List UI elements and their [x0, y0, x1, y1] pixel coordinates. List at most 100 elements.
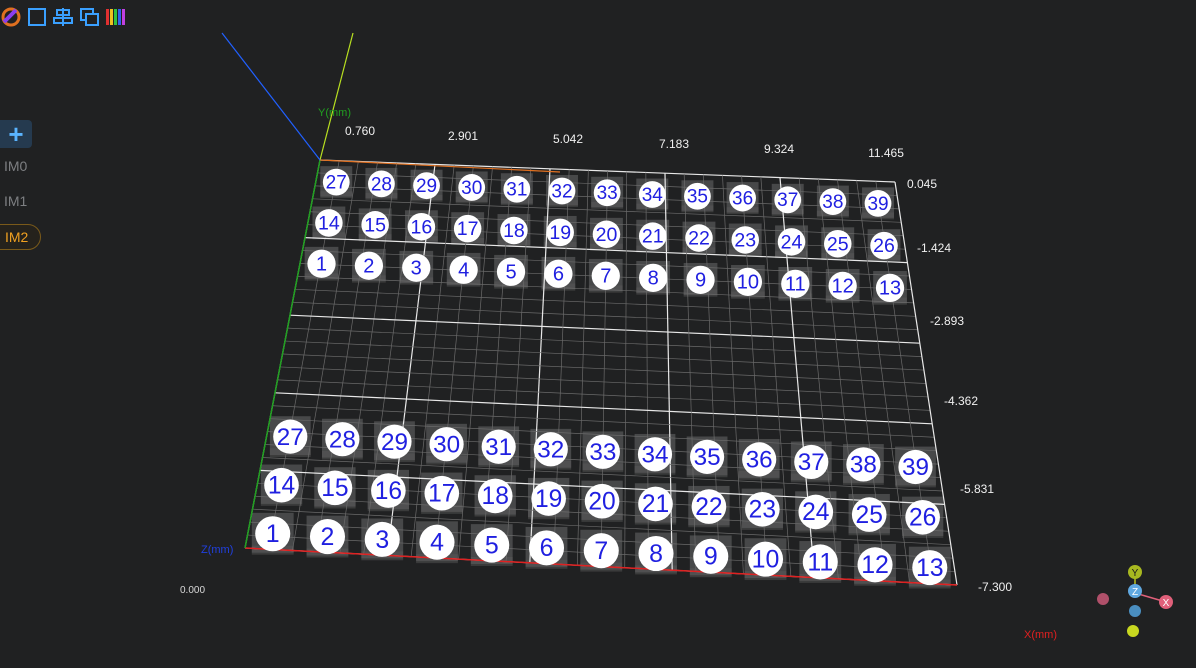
- y-tick-label: -1.424: [917, 241, 951, 255]
- marker-label: 29: [381, 429, 408, 456]
- marker-label: 32: [551, 181, 572, 202]
- gizmo-neg-x-handle: [1097, 593, 1109, 605]
- marker-label: 20: [588, 489, 615, 516]
- marker-label: 30: [433, 431, 460, 458]
- marker-label: 25: [827, 233, 849, 255]
- x-tick-label: 11.465: [868, 146, 904, 160]
- marker-label: 17: [457, 218, 479, 240]
- marker-label: 6: [553, 264, 564, 286]
- marker-label: 2: [363, 255, 374, 277]
- marker-label: 2: [321, 523, 335, 551]
- marker-label: 39: [867, 194, 888, 215]
- marker-label: 22: [695, 494, 722, 521]
- y-tick-label: -5.831: [960, 482, 994, 496]
- marker-label: 29: [416, 176, 437, 197]
- marker-label: 33: [597, 183, 618, 204]
- scene-canvas[interactable]: 27 28 29 30 31 32 33 34 35 36 37 38 3914 15 16 17 18 19 20…: [0, 0, 1196, 663]
- marker-label: 10: [752, 546, 780, 574]
- marker-label: 20: [596, 224, 618, 246]
- marker-label: 31: [506, 180, 527, 201]
- marker-label: 18: [482, 483, 509, 510]
- add-layer-button[interactable]: +: [0, 120, 32, 148]
- marker-label: 1: [316, 253, 327, 275]
- marker-label: 17: [428, 480, 455, 507]
- marker-label: 15: [321, 475, 348, 502]
- color-bars-icon[interactable]: [104, 6, 126, 28]
- y-tick-label: -7.300: [978, 580, 1012, 594]
- marker-label: 3: [411, 258, 422, 280]
- marker-label: 12: [861, 551, 889, 579]
- marker-label: 1: [266, 520, 280, 548]
- marker-label: 27: [326, 173, 347, 194]
- viewport-3d[interactable]: 27 28 29 30 31 32 33 34 35 36 37 38 39 14 15 16 17 18 19 20…: [0, 0, 1196, 663]
- align-icon[interactable]: [52, 6, 74, 28]
- marker-label: 34: [642, 185, 664, 206]
- marker-label: 23: [734, 230, 756, 252]
- marker-label: 16: [411, 216, 433, 238]
- marker-label: 38: [822, 192, 843, 213]
- marker-label: 36: [746, 447, 773, 474]
- marker-label: 5: [485, 531, 499, 559]
- marker-label: 21: [642, 491, 669, 518]
- corner-readout: 0.000: [180, 585, 205, 596]
- orientation-gizmo[interactable]: YZ X: [1097, 565, 1173, 637]
- marker-label: 14: [268, 472, 295, 499]
- y-tick-label: -4.362: [944, 394, 978, 408]
- toolbar: [0, 4, 126, 30]
- marker-label: 22: [688, 228, 710, 250]
- x-tick-label: 5.042: [553, 132, 583, 146]
- marker-label: 23: [749, 497, 776, 524]
- marker-label: 9: [704, 543, 718, 571]
- marker-label: 37: [777, 190, 798, 211]
- marker-label: 37: [798, 449, 825, 476]
- marker-label: 34: [641, 441, 668, 468]
- z-axis-line-up: [319, 32, 354, 161]
- x-tick-label: 9.324: [764, 142, 794, 156]
- marker-label: 24: [781, 231, 803, 253]
- layers-copy-icon[interactable]: [78, 6, 100, 28]
- layer-item-im1[interactable]: IM1: [4, 193, 27, 209]
- marker-label: 10: [737, 272, 759, 294]
- marker-label: 30: [461, 178, 482, 199]
- select-box-icon[interactable]: [26, 6, 48, 28]
- marker-label: 5: [505, 262, 516, 284]
- marker-label: 33: [589, 439, 616, 466]
- marker-label: 11: [785, 274, 806, 296]
- layer-item-im0[interactable]: IM0: [4, 158, 27, 174]
- x-axis-title: X(mm): [1024, 629, 1057, 641]
- x-tick-label: 0.760: [345, 124, 375, 138]
- marker-label: 4: [458, 260, 469, 282]
- logo-ring-icon[interactable]: [0, 6, 22, 28]
- marker-label: 16: [375, 478, 402, 505]
- marker-label: 19: [535, 486, 562, 513]
- marker-label: 15: [364, 214, 386, 236]
- marker-label: 19: [549, 222, 571, 244]
- marker-label: 26: [873, 235, 895, 257]
- marker-label: 36: [732, 188, 753, 209]
- marker-label: 7: [600, 266, 611, 288]
- marker-label: 4: [430, 529, 444, 557]
- gizmo-x-label: X: [1163, 598, 1170, 609]
- marker-label: 13: [916, 554, 944, 582]
- z-axis-line: [221, 32, 321, 161]
- marker-label: 7: [594, 537, 608, 565]
- marker-label: 12: [831, 276, 853, 298]
- layer-item-im2[interactable]: IM2: [0, 224, 42, 250]
- marker-label: 28: [329, 426, 356, 453]
- gizmo-neg-y-handle: [1127, 625, 1139, 637]
- marker-label: 14: [318, 213, 340, 235]
- y-tick-label: -2.893: [930, 314, 964, 328]
- marker-label: 6: [540, 534, 554, 562]
- marker-label: 27: [277, 424, 304, 451]
- marker-label: 31: [485, 434, 512, 461]
- gizmo-y-label: Y: [1132, 568, 1139, 579]
- marker-label: 8: [649, 540, 663, 568]
- marker-label: 21: [642, 226, 664, 248]
- marker-label: 8: [648, 268, 659, 290]
- marker-label: 35: [694, 444, 721, 471]
- marker-label: 25: [856, 502, 883, 529]
- y-tick-label: 0.045: [907, 177, 937, 191]
- x-tick-label: 7.183: [659, 137, 689, 151]
- gizmo-neg-z-handle: [1129, 605, 1141, 617]
- x-tick-label: 2.901: [448, 129, 478, 143]
